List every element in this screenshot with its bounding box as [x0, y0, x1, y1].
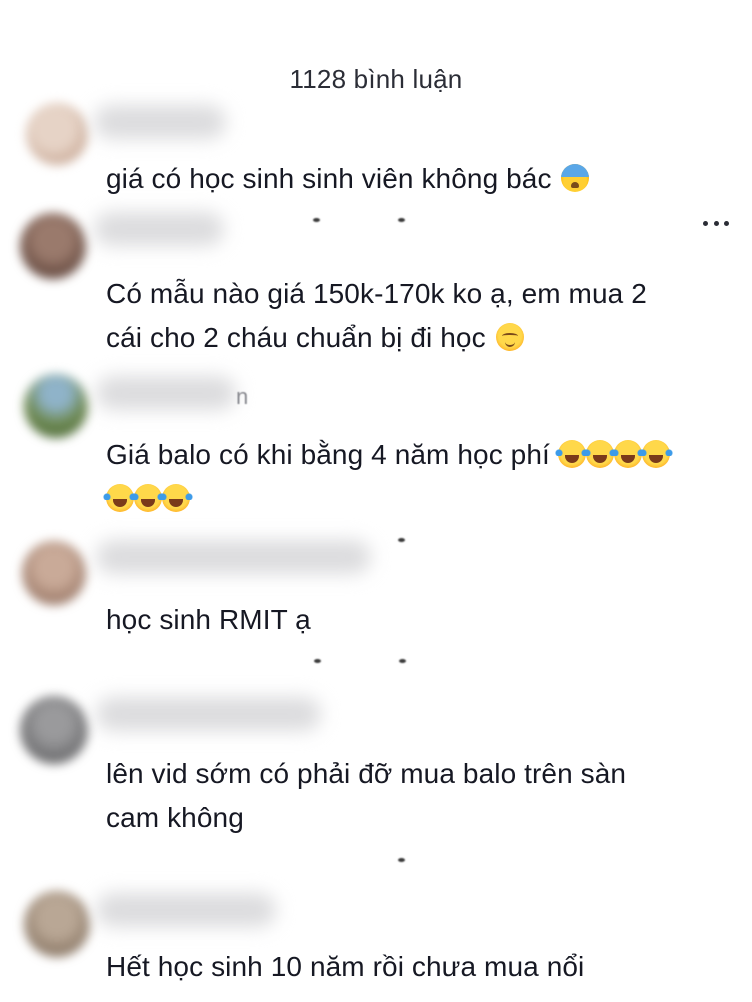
comment-text: Giá balo có khi bằng 4 năm học phí	[103, 433, 726, 521]
username-dot	[398, 538, 405, 542]
username[interactable]	[96, 697, 321, 731]
comment-text-line: cái cho 2 cháu chuẩn bị đi học	[106, 316, 726, 360]
comment-text: học sinh RMIT ạ	[106, 598, 726, 642]
comment-text-content: Hết học sinh 10 năm rồi chưa mua nổi	[106, 951, 585, 982]
comment-text-line: cam không	[106, 802, 244, 833]
comment-text-line	[103, 477, 726, 521]
comment-text-content: giá có học sinh sinh viên không bác	[106, 163, 552, 194]
divider-dot	[398, 858, 405, 862]
tears-of-joy-icon	[582, 440, 617, 468]
username[interactable]	[96, 893, 276, 927]
avatar[interactable]	[20, 696, 88, 764]
username-dot	[398, 218, 405, 222]
avatar[interactable]	[26, 103, 88, 165]
comment-text: Hết học sinh 10 năm rồi chưa mua nổi	[106, 945, 726, 989]
comment-text: Có mẫu nào giá 150k-170k ko ạ, em mua 2 …	[106, 272, 726, 360]
comment-text-line: Có mẫu nào giá 150k-170k ko ạ, em mua 2	[106, 278, 647, 309]
divider-dot	[314, 659, 321, 663]
avatar[interactable]	[24, 891, 90, 957]
tears-of-joy-icon	[610, 440, 645, 468]
relieved-face-icon	[495, 323, 524, 351]
divider-dot	[399, 659, 406, 663]
avatar[interactable]	[24, 374, 88, 438]
comment-count-title: 1128 bình luận	[289, 64, 463, 94]
username[interactable]	[96, 376, 236, 410]
tears-of-joy-icon	[638, 440, 673, 468]
comment-text-content: cái cho 2 cháu chuẩn bị đi học	[106, 322, 486, 353]
comment-text: lên vid sớm có phải đỡ mua balo trên sàn…	[106, 752, 726, 840]
comment-text-line: Giá balo có khi bằng 4 năm học phí	[106, 433, 726, 477]
username[interactable]	[94, 212, 224, 246]
username[interactable]	[96, 540, 371, 574]
tears-of-joy-icon	[103, 484, 137, 512]
comment-text: giá có học sinh sinh viên không bác	[106, 157, 726, 201]
tears-of-joy-icon	[131, 484, 165, 512]
comment-text-content: Giá balo có khi bằng 4 năm học phí	[106, 439, 550, 470]
tears-of-joy-icon	[554, 440, 589, 468]
username[interactable]	[94, 105, 226, 139]
avatar[interactable]	[20, 213, 86, 279]
username-dot	[313, 218, 320, 222]
username-tail: n	[236, 384, 249, 409]
comment-text-line: lên vid sớm có phải đỡ mua balo trên sàn	[106, 758, 627, 789]
more-options-icon[interactable]	[703, 218, 729, 228]
comment-text-content: học sinh RMIT ạ	[106, 604, 311, 635]
avatar[interactable]	[22, 541, 86, 605]
tears-of-joy-icon	[159, 484, 193, 512]
anxious-face-icon	[561, 164, 590, 192]
